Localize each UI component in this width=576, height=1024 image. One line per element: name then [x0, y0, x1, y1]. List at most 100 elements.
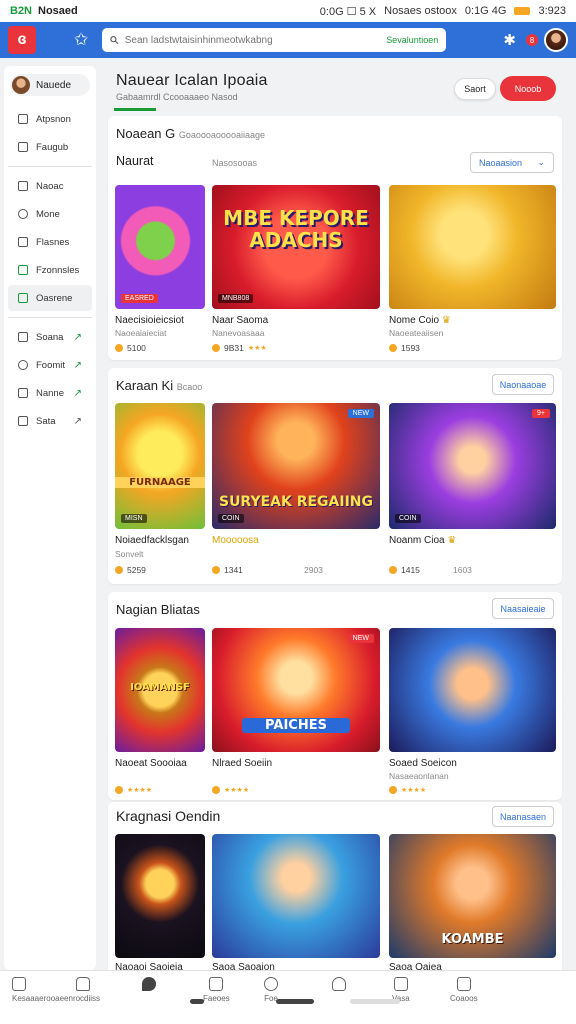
nav-item-bag[interactable]: [76, 977, 90, 991]
game-card[interactable]: PAICHES NEW Nlraed Soeiin ★★★★: [212, 628, 380, 798]
network-label: Nosaes ostoox: [384, 5, 457, 17]
sidebar-item-names[interactable]: Nanne ↗: [8, 380, 92, 406]
sidebar-item-label: Atpsnon: [36, 113, 71, 125]
game-thumbnail[interactable]: FURNAAGE MISN: [115, 403, 205, 529]
star-rating-icon: ★★★★: [224, 787, 250, 794]
game-card[interactable]: Nome Coio ♛ Naoeateaiisen 1593: [389, 185, 556, 355]
section-more-button[interactable]: Naonaaoae: [492, 374, 554, 395]
game-rating: 1593: [389, 343, 420, 353]
search-highlight: Sevaluntioen: [386, 35, 439, 45]
thumbnail-art-text: MBE KEPORE ADACHS: [223, 206, 369, 252]
coin-icon: [115, 344, 123, 352]
sidebar-item-zones[interactable]: Fzonnsles: [8, 257, 92, 283]
notification-badge[interactable]: 8: [526, 34, 538, 46]
home-indicator[interactable]: [276, 999, 314, 1004]
thumbnail-art-text: KOAMBE: [441, 932, 504, 947]
search-input[interactable]: [124, 34, 381, 46]
news-icon: [18, 181, 28, 191]
game-card[interactable]: KOAMBE Saoa Oaiea: [389, 834, 556, 973]
game-plays: 2903: [304, 565, 323, 575]
game-card[interactable]: IOAMANSF Naoeat Soooiaa ★★★★: [115, 628, 205, 798]
game-plays: 1603: [453, 565, 472, 575]
game-card[interactable]: Soaed Soeicon Nasaeaonlanan ★★★★: [389, 628, 556, 798]
sidebar-item-active[interactable]: Oasrene: [8, 285, 92, 311]
section-title-note: Bcaoo: [176, 382, 203, 392]
game-thumbnail[interactable]: MBE KEPORE ADACHS MNB808: [212, 185, 380, 309]
picture-icon: [18, 332, 28, 342]
game-thumbnail[interactable]: [115, 834, 205, 958]
nav-item-explore[interactable]: [332, 977, 346, 991]
sidebar-item-format[interactable]: Foomit ↗: [8, 352, 92, 378]
sidebar-item-label: Naoac: [36, 180, 64, 192]
sort-button[interactable]: Saort: [454, 78, 496, 100]
coin-icon: [389, 566, 397, 574]
thumbnail-art-text: FURNAAGE: [115, 477, 205, 488]
game-thumbnail[interactable]: KOAMBE: [389, 834, 556, 958]
search-icon: [110, 36, 119, 45]
primary-action-button[interactable]: Nooob: [500, 76, 556, 101]
avatar[interactable]: [544, 28, 568, 52]
sidebar-item-data[interactable]: Sata ↗: [8, 408, 92, 434]
game-card[interactable]: FURNAAGE MISN Noiaedfacklsgan Sonvelt 52…: [115, 403, 205, 579]
sidebar-item-favorites[interactable]: Faugub: [8, 134, 92, 160]
trend-up-icon: ↗: [73, 387, 82, 399]
section-more-button[interactable]: Naasaieaie: [492, 598, 554, 619]
game-title-text: Mooooosa: [212, 535, 259, 546]
user-icon[interactable]: ✱: [503, 31, 516, 49]
game-meta: Nasaeaonlanan: [389, 771, 449, 781]
game-rating: ★★★★: [212, 786, 249, 794]
document-icon: [18, 416, 28, 426]
sidebar: Nauede Atpsnon Faugub Naoac Mone Flasnes…: [4, 66, 96, 970]
section-recommended: Kragnasi Oendin Naanasaen Naoaoi Saoieia…: [108, 802, 562, 973]
game-card[interactable]: MBE KEPORE ADACHS MNB808 Naar Saoma Nane…: [212, 185, 380, 355]
coin-icon: [212, 566, 220, 574]
game-title: Soaed Soeicon: [389, 758, 457, 769]
game-rating: ★★★★: [115, 786, 152, 794]
new-badge: NEW: [347, 409, 374, 418]
game-thumbnail[interactable]: IOAMANSF: [115, 628, 205, 752]
search-box[interactable]: Sevaluntioen: [102, 28, 447, 52]
game-card[interactable]: Naoaoi Saoieia: [115, 834, 205, 973]
home-icon: [12, 977, 26, 991]
game-meta: Sonvelt: [115, 549, 144, 559]
sidebar-item-label: Soana: [36, 331, 64, 343]
section-filter-select[interactable]: Naoaasion ⌄: [470, 152, 554, 173]
sidebar-item-scene[interactable]: Soana ↗: [8, 324, 92, 350]
green-box-icon: [18, 293, 28, 303]
game-title: Nome Coio ♛: [389, 315, 451, 326]
game-thumbnail[interactable]: SURYEAK REGAIING NEW COIN: [212, 403, 380, 529]
signal-text: 0:1G 4G: [464, 5, 507, 17]
game-card[interactable]: SURYEAK REGAIING NEW COIN Mooooosa 1341 …: [212, 403, 380, 579]
crown-icon: ♛: [447, 535, 457, 546]
sidebar-user[interactable]: Nauede: [10, 74, 90, 96]
user-avatar: [12, 76, 30, 94]
sidebar-item-flash[interactable]: Flasnes: [8, 229, 92, 255]
game-card[interactable]: Saoa Saoaion: [212, 834, 380, 973]
game-thumbnail[interactable]: EASRED: [115, 185, 205, 309]
game-card[interactable]: 9+ COIN Noanm Cioa ♛ 1415 1603: [389, 403, 556, 579]
sidebar-item-label: Fzonnsles: [36, 264, 80, 276]
sidebar-item-home[interactable]: Mone: [8, 201, 92, 227]
nav-item-library[interactable]: Faeoes: [203, 977, 230, 1003]
game-thumbnail[interactable]: [389, 185, 556, 309]
section-new: Nagian Bliatas Naasaieaie IOAMANSF Naoea…: [108, 592, 562, 800]
game-thumbnail[interactable]: PAICHES NEW: [212, 628, 380, 752]
game-card[interactable]: EASRED Naecisioieicsiot Naoeaiaieciat 51…: [115, 185, 205, 355]
app-logo[interactable]: ɞ: [8, 26, 36, 54]
sidebar-item-apps[interactable]: Atpsnon: [8, 106, 92, 132]
game-thumbnail[interactable]: 9+ COIN: [389, 403, 556, 529]
section-title-note: Goaoooaooooaiiaage: [178, 130, 265, 140]
game-thumbnail[interactable]: [389, 628, 556, 752]
section-subtitle: Naurat: [116, 154, 154, 168]
game-title: Nlraed Soeiin: [212, 758, 273, 769]
nav-item-games[interactable]: [142, 977, 156, 991]
sidebar-item-news[interactable]: Naoac: [8, 173, 92, 199]
battery-icon: [514, 7, 531, 15]
crown-icon: ♛: [441, 315, 451, 326]
favorites-icon[interactable]: ✩: [74, 30, 88, 50]
game-thumbnail[interactable]: [212, 834, 380, 958]
sidebar-item-label: Sata: [36, 415, 56, 427]
rating-value: 5259: [127, 565, 146, 575]
section-more-button[interactable]: Naanasaen: [492, 806, 554, 827]
nav-item-more[interactable]: Coaoos: [450, 977, 478, 1003]
